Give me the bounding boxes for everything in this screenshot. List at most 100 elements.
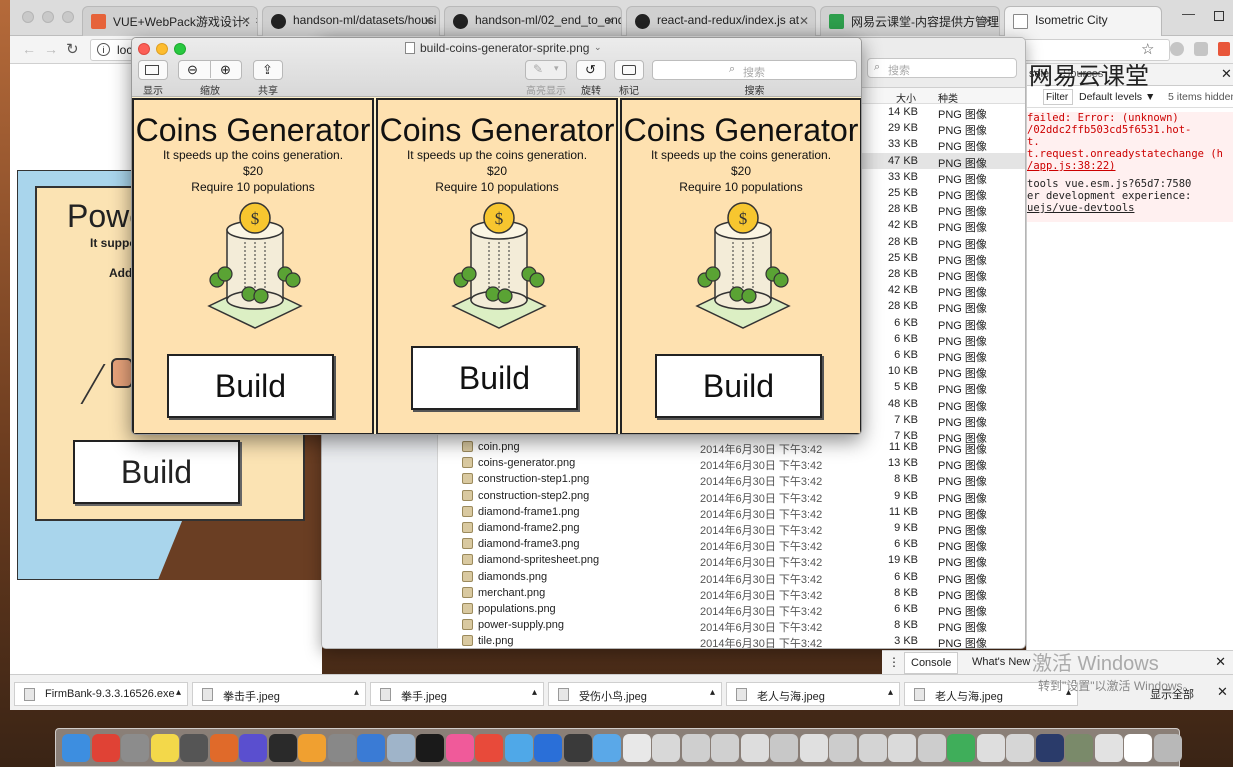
drawer-tab-console[interactable]: Console (904, 652, 959, 674)
show-all-downloads-button[interactable]: 显示全部 (1150, 686, 1194, 702)
file-row[interactable]: coins-generator.png 2014年6月30日 下午3:42 13 K… (438, 455, 1025, 472)
close-tab-icon[interactable]: ✕ (241, 14, 251, 28)
dock-app-icon[interactable] (770, 734, 798, 762)
zoom-window-dot[interactable] (62, 11, 74, 23)
close-window-dot[interactable] (22, 11, 34, 23)
file-row[interactable]: diamond-frame2.png 2014年6月30日 下午3:42 9 KB P… (438, 520, 1025, 537)
dock-app-icon[interactable] (386, 734, 415, 762)
dock-app-icon[interactable] (652, 734, 680, 762)
chevron-up-icon[interactable]: ▴ (710, 687, 715, 698)
dock-app-icon[interactable] (1065, 734, 1093, 762)
dock-app-icon[interactable] (534, 734, 562, 762)
close-downloads-icon[interactable]: ✕ (1217, 684, 1228, 700)
close-devtools-icon[interactable]: ✕ (1221, 66, 1232, 82)
file-row[interactable]: diamond-spritesheet.png 2014年6月30日 下午3:42… (438, 552, 1025, 569)
file-row[interactable]: construction-step1.png 2014年6月30日 下午3:42 8… (438, 471, 1025, 488)
file-row[interactable]: populations.png 2014年6月30日 下午3:42 6 KB PNG … (438, 601, 1025, 618)
dock-app-icon[interactable] (829, 734, 857, 762)
file-row[interactable]: diamond-frame3.png 2014年6月30日 下午3:42 6 KB P… (438, 536, 1025, 553)
close-tab-icon[interactable]: ✕ (799, 14, 809, 28)
browser-tab[interactable]: 网易云课堂-内容提供方管理后 ✕ (820, 6, 1000, 36)
dock-app-icon[interactable] (976, 734, 1005, 762)
minimize-icon[interactable]: — (1182, 6, 1195, 21)
download-item[interactable]: FirmBank-9.3.3.16526.exe ▴ (14, 682, 188, 706)
back-icon[interactable]: ← (22, 41, 36, 57)
extension-icon[interactable] (1194, 42, 1208, 56)
zoom-window-icon[interactable] (174, 43, 186, 55)
build-button[interactable]: Build (655, 354, 822, 418)
browser-tab[interactable]: VUE+WebPack游戏设计：欲 ✕ (82, 6, 258, 36)
title-menu-chevron-icon[interactable]: ⌄ (594, 42, 602, 53)
maximize-icon[interactable] (1214, 11, 1224, 21)
dock-app-icon[interactable] (1035, 734, 1064, 762)
minimize-window-dot[interactable] (42, 11, 54, 23)
dock-app-icon[interactable] (327, 734, 356, 762)
build-button[interactable]: Build (411, 346, 578, 410)
dock-app-icon[interactable] (239, 734, 267, 762)
close-drawer-icon[interactable]: ✕ (1215, 654, 1226, 670)
share-button[interactable]: ⇪ (253, 60, 283, 80)
chevron-up-icon[interactable]: ▴ (176, 687, 181, 698)
file-row[interactable]: tile.png 2014年6月30日 下午3:42 3 KB PNG 图像 (438, 633, 1025, 648)
download-item[interactable]: 拳击手.jpeg ▴ (192, 682, 366, 706)
zoom-in-icon[interactable]: ⊕ (220, 62, 231, 78)
extension-icon[interactable] (1218, 42, 1230, 56)
extension-icon[interactable] (1170, 42, 1184, 56)
dock-app-icon[interactable] (1094, 734, 1123, 762)
file-row[interactable]: diamond-frame1.png 2014年6月30日 下午3:42 11 KB… (438, 504, 1025, 521)
dock-app-icon[interactable] (1006, 734, 1034, 762)
sidebar-toggle-button[interactable] (138, 60, 168, 80)
close-tab-icon[interactable]: ✕ (983, 14, 993, 28)
dock-app-icon[interactable] (799, 734, 828, 762)
download-item[interactable]: 拳手.jpeg ▴ (370, 682, 544, 706)
forward-icon[interactable]: → (44, 41, 58, 57)
close-tab-icon[interactable]: ✕ (605, 14, 615, 28)
zoom-control[interactable]: ⊖ ⊕ (178, 60, 242, 80)
dock-app-icon[interactable] (357, 734, 385, 762)
dock-app-icon[interactable] (150, 734, 179, 762)
dock-app-icon[interactable] (416, 734, 444, 762)
chevron-up-icon[interactable]: ▴ (354, 687, 359, 698)
browser-tab[interactable]: react-and-redux/index.js at ✕ (626, 6, 816, 36)
browser-tab-active[interactable]: Isometric City (1004, 6, 1162, 36)
markup-button[interactable] (614, 60, 644, 80)
dock-app-icon[interactable] (858, 734, 887, 762)
vue-devtools-link[interactable]: uejs/vue-devtools (1027, 202, 1134, 214)
build-button[interactable]: Build (167, 354, 334, 418)
dock-app-icon[interactable] (1124, 734, 1152, 762)
console-source-link[interactable]: /app.js:38:22) (1027, 160, 1116, 172)
console-filter-input[interactable]: Filter (1043, 89, 1073, 105)
dock-app-icon[interactable] (268, 734, 297, 762)
drawer-tab-whatsnew[interactable]: What's New (972, 656, 1030, 668)
log-levels-select[interactable]: Default levels ▼ (1079, 91, 1155, 103)
browser-tab[interactable]: handson-ml/datasets/housi ✕ (262, 6, 440, 36)
chrome-app-icon[interactable] (91, 734, 120, 762)
file-row[interactable]: power-supply.png 2014年6月30日 下午3:42 8 KB PNG… (438, 617, 1025, 634)
download-item[interactable]: 老人与海.jpeg ▴ (726, 682, 900, 706)
column-size-header[interactable]: 大小 (896, 90, 916, 105)
chevron-up-icon[interactable]: ▴ (532, 687, 537, 698)
dock-app-icon[interactable] (681, 734, 710, 762)
dock-app-icon[interactable] (622, 734, 651, 762)
drawer-menu-icon[interactable]: ⋮ (888, 655, 900, 669)
dock-app-icon[interactable] (740, 734, 769, 762)
dock-app-icon[interactable] (593, 734, 621, 762)
file-row[interactable]: coin.png 2014年6月30日 下午3:42 11 KB PNG 图像 (438, 439, 1025, 456)
trash-icon[interactable] (1153, 734, 1182, 762)
dock-app-icon[interactable] (121, 734, 149, 762)
browser-tab[interactable]: handson-ml/02_end_to_end ✕ (444, 6, 622, 36)
dock-app-icon[interactable] (504, 734, 533, 762)
preview-search-field[interactable]: ⌕ 搜索 (652, 60, 857, 80)
file-row[interactable]: construction-step2.png 2014年6月30日 下午3:42 9… (438, 488, 1025, 505)
close-window-icon[interactable] (138, 43, 150, 55)
reload-icon[interactable]: ↻ (66, 40, 79, 58)
rotate-button[interactable]: ↺ (576, 60, 606, 80)
close-tab-icon[interactable]: ✕ (423, 14, 433, 28)
dock-app-icon[interactable] (298, 734, 326, 762)
dock-app-icon[interactable] (563, 734, 592, 762)
minimize-window-icon[interactable] (156, 43, 168, 55)
file-row[interactable]: merchant.png 2014年6月30日 下午3:42 8 KB PNG 图像 (438, 585, 1025, 602)
dock-app-icon[interactable] (475, 734, 503, 762)
dock-app-icon[interactable] (445, 734, 474, 762)
dock-app-icon[interactable] (947, 734, 975, 762)
